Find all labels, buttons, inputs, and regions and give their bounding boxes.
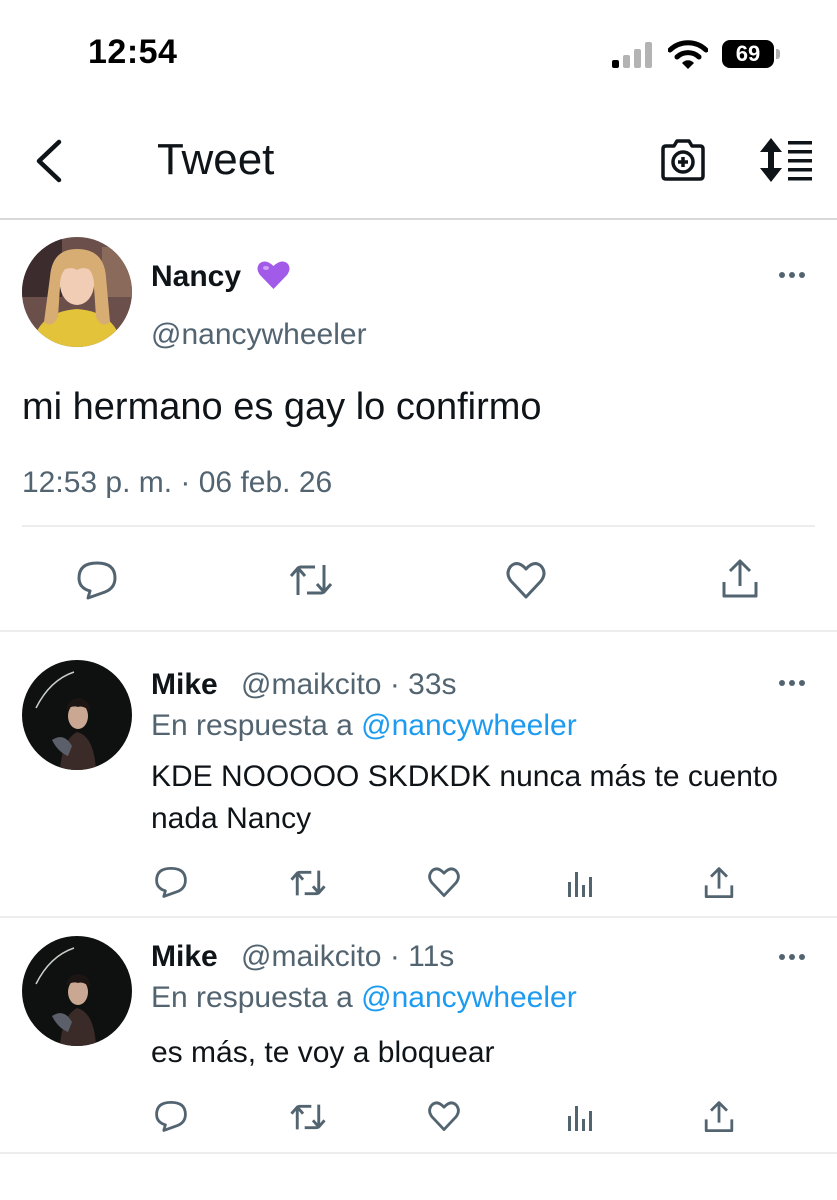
like-icon[interactable] [427, 866, 461, 898]
author-name[interactable]: Mike [151, 668, 218, 702]
retweet-icon[interactable] [289, 1102, 327, 1132]
reply-context: En respuesta a @nancywheeler [151, 709, 577, 742]
author-handle[interactable]: @maikcito · 11s [241, 940, 454, 974]
analytics-icon[interactable] [566, 868, 596, 898]
page-title: Tweet [157, 135, 275, 184]
avatar[interactable] [22, 237, 132, 347]
author-name[interactable]: Nancy [151, 260, 241, 294]
share-icon[interactable] [703, 866, 735, 900]
share-icon[interactable] [703, 1100, 735, 1134]
reply-tweet[interactable]: Mike @maikcito · 11s En respuesta a @nan… [0, 918, 837, 1154]
like-icon[interactable] [427, 1100, 461, 1132]
reply-icon[interactable] [154, 866, 188, 898]
main-tweet: Nancy @nancywheeler mi hermano es gay lo… [0, 222, 837, 632]
share-icon[interactable] [720, 558, 760, 600]
more-options-icon[interactable] [777, 950, 807, 964]
tweet-text: es más, te voy a bloquear [151, 1036, 495, 1069]
back-button[interactable] [30, 138, 70, 184]
top-navigation-bar: Tweet [0, 100, 837, 220]
reply-tweet[interactable]: Mike @maikcito · 33s En respuesta a @nan… [0, 632, 837, 918]
reply-icon[interactable] [154, 1100, 188, 1132]
like-icon[interactable] [505, 560, 547, 600]
wifi-icon [668, 40, 708, 69]
reply-context: En respuesta a @nancywheeler [151, 981, 577, 1014]
mention-link[interactable]: @nancywheeler [361, 981, 577, 1014]
status-bar: 12:54 69 [0, 0, 837, 100]
camera-plus-icon[interactable] [660, 138, 706, 182]
avatar[interactable] [22, 936, 132, 1046]
author-handle[interactable]: @maikcito · 33s [241, 668, 457, 702]
cellular-signal-icon [612, 42, 656, 68]
sort-lines-icon[interactable] [758, 136, 814, 184]
battery-icon: 69 [722, 40, 780, 68]
tweet-timestamp[interactable]: 12:53 p. m. · 06 feb. 26 [22, 466, 332, 500]
retweet-icon[interactable] [288, 562, 334, 598]
divider [22, 525, 815, 527]
purple-heart-emoji-icon [257, 261, 290, 289]
battery-level: 69 [722, 40, 774, 68]
reply-icon[interactable] [76, 560, 118, 600]
author-handle[interactable]: @nancywheeler [151, 318, 367, 352]
tweet-text: mi hermano es gay lo confirmo [22, 386, 542, 428]
more-options-icon[interactable] [777, 676, 807, 690]
status-time: 12:54 [88, 33, 178, 71]
author-name[interactable]: Mike [151, 940, 218, 974]
analytics-icon[interactable] [566, 1102, 596, 1132]
retweet-icon[interactable] [289, 868, 327, 898]
mention-link[interactable]: @nancywheeler [361, 709, 577, 742]
more-options-icon[interactable] [777, 268, 807, 282]
tweet-text: KDE NOOOOO SKDKDK nunca más te cuento na… [151, 760, 778, 835]
avatar[interactable] [22, 660, 132, 770]
